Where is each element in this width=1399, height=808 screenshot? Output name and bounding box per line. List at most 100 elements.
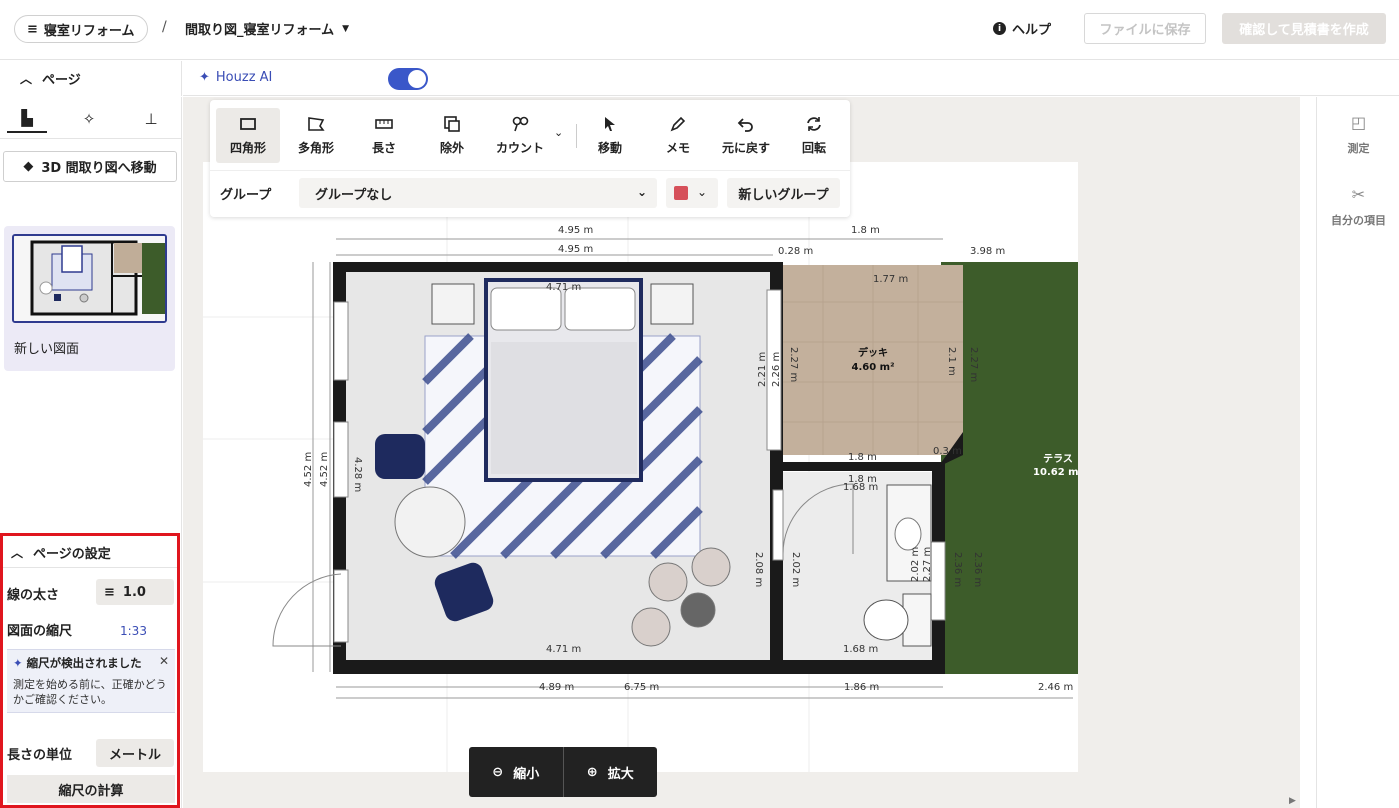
dim-label: 4.95 m: [558, 225, 593, 236]
zoom-out-label: 縮小: [513, 766, 540, 782]
nightstand: [431, 283, 475, 325]
tool-polygon[interactable]: 多角形: [284, 108, 348, 163]
tool-memo[interactable]: メモ: [646, 108, 710, 163]
tool-undo[interactable]: 元に戻す: [714, 108, 778, 163]
cursor-icon: [605, 117, 615, 131]
ai-bar: ✦ Houzz AI: [183, 61, 1399, 96]
measure-icon: ◰: [1350, 113, 1367, 132]
tool-exclude[interactable]: 除外: [420, 108, 484, 163]
new-group-button[interactable]: 新しいグループ: [727, 178, 840, 208]
zoom-out-button[interactable]: ⊖ 縮小: [469, 747, 563, 797]
tab-pins[interactable]: ⊥: [131, 105, 171, 133]
group-value: グループなし: [315, 187, 393, 203]
dim-label: 3.98 m: [970, 246, 1005, 257]
page-settings-title: ページの設定: [33, 547, 111, 562]
calculate-scale-button[interactable]: 縮尺の計算: [7, 775, 175, 803]
rectangle-icon: [240, 118, 256, 130]
page-settings-toggle[interactable]: ︿ ページの設定: [11, 543, 111, 562]
round-table: [394, 486, 466, 558]
dim-label: 1.8 m: [851, 225, 880, 236]
tool-label: 元に戻す: [721, 141, 770, 155]
dim-label: 2.02 m: [790, 552, 801, 587]
tab-pages[interactable]: ▙: [7, 105, 47, 133]
info-icon: i: [993, 22, 1006, 35]
group-color-select[interactable]: ⌄: [666, 178, 718, 208]
page-name-dropdown[interactable]: 間取り図_寝室リフォーム ▼: [185, 19, 349, 38]
chevron-up-icon: ︿: [20, 72, 33, 86]
dim-label: 2.26 m: [771, 352, 782, 387]
scroll-right-icon[interactable]: ▶: [1289, 796, 1296, 806]
tool-rotate[interactable]: 回転: [782, 108, 846, 163]
dim-label: 1.77 m: [873, 274, 908, 285]
move-to-3d-button[interactable]: ◆ 3D 間取り図へ移動: [3, 151, 177, 182]
menu-icon: ≡: [27, 21, 38, 37]
project-menu-button[interactable]: ≡ 寝室リフォーム: [14, 15, 148, 43]
dim-label: 0.28 m: [778, 246, 813, 257]
tool-label: 除外: [439, 141, 464, 155]
zoom-controls: ⊖ 縮小 ⊕ 拡大: [469, 747, 657, 797]
dim-label: 4.71 m: [546, 282, 581, 293]
help-label: ヘルプ: [1012, 23, 1052, 38]
undo-icon: [737, 118, 753, 132]
deck-area-label: 4.60 m²: [852, 362, 895, 373]
dim-label: 2.02 m: [910, 547, 921, 582]
tool-rectangle[interactable]: 四角形: [216, 108, 280, 163]
plan-canvas[interactable]: 4.95 m 4.95 m 1.8 m 0.28 m 3.98 m 4.71 m…: [183, 97, 1300, 808]
rotate-icon: [807, 117, 821, 131]
toolbar-divider: [576, 124, 577, 148]
notice-title-text: 縮尺が検出されました: [26, 656, 142, 670]
chevron-down-icon: ⌄: [697, 185, 708, 199]
my-items-button[interactable]: ✂ 自分の項目: [1317, 185, 1399, 228]
unit-selector[interactable]: メートル: [96, 739, 174, 767]
create-estimate-button[interactable]: 確認して見積書を作成: [1222, 13, 1386, 44]
top-bar: ≡ 寝室リフォーム / 間取り図_寝室リフォーム ▼ i ヘルプ ファイルに保存…: [0, 0, 1399, 60]
tool-length[interactable]: 長さ: [352, 108, 416, 163]
page-card[interactable]: 新しい図面: [4, 226, 175, 371]
breadcrumb-separator: /: [162, 19, 167, 35]
dim-label: 2.36 m: [972, 552, 983, 587]
thumbnail-plan: [14, 236, 165, 321]
notice-body: 測定を始める前に、正確かどうかご確認ください。: [13, 678, 167, 706]
dim-label: 1.8 m: [848, 474, 877, 485]
sparkle-icon: ✦: [199, 70, 210, 85]
line-width-value: 1.0: [122, 584, 146, 600]
help-button[interactable]: i ヘルプ: [993, 19, 1051, 38]
tool-move[interactable]: 移動: [578, 108, 642, 163]
dim-label: 2.21 m: [757, 352, 768, 387]
zoom-in-button[interactable]: ⊕ 拡大: [562, 747, 658, 797]
close-icon[interactable]: ✕: [159, 654, 169, 668]
file-icon: ▙: [21, 109, 33, 127]
measure-button[interactable]: ◰ 測定: [1317, 113, 1399, 156]
color-swatch: [674, 186, 688, 200]
terrace-name: テラス: [1043, 453, 1073, 465]
zoom-in-label: 拡大: [607, 766, 634, 782]
dim-label: 1.68 m: [843, 644, 878, 655]
line-width-selector[interactable]: ≡ 1.0: [96, 579, 174, 605]
dim-label: 4.89 m: [539, 682, 574, 693]
page-card-label: 新しい図面: [14, 342, 80, 357]
save-file-button[interactable]: ファイルに保存: [1084, 13, 1206, 44]
divider: [210, 170, 850, 171]
dim-label: 4.28 m: [352, 457, 363, 492]
houzz-ai-label: ✦ Houzz AI: [199, 70, 272, 85]
dim-label: 2.36 m: [952, 552, 963, 587]
page-thumbnail[interactable]: [12, 234, 167, 323]
tool-label: 多角形: [297, 141, 334, 155]
group-select[interactable]: グループなし ⌄: [299, 178, 657, 208]
zoom-in-icon: ⊕: [586, 764, 598, 780]
scale-value[interactable]: 1:33: [120, 624, 147, 638]
dim-label: 1.86 m: [844, 682, 879, 693]
houzz-ai-toggle[interactable]: [388, 68, 428, 90]
tab-ai[interactable]: ✧: [69, 105, 109, 133]
tool-count[interactable]: カウント: [488, 108, 552, 163]
dim-label: 0.3 m: [933, 446, 962, 457]
exclude-icon: [444, 116, 460, 132]
pages-section-toggle[interactable]: ︿ ページ: [0, 61, 182, 96]
nightstand: [650, 283, 694, 325]
chevron-down-icon[interactable]: ⌄: [554, 126, 563, 139]
tool-label: 移動: [597, 141, 622, 155]
right-panel: ◰ 測定 ✂ 自分の項目: [1316, 97, 1399, 808]
polygon-icon: [308, 117, 325, 131]
dim-label: 2.27 m: [788, 347, 799, 382]
left-panel: ▙ ✧ ⊥ ◆ 3D 間取り図へ移動 新しい図面 ︿ ページの設定 線の太さ ≡…: [0, 97, 182, 808]
